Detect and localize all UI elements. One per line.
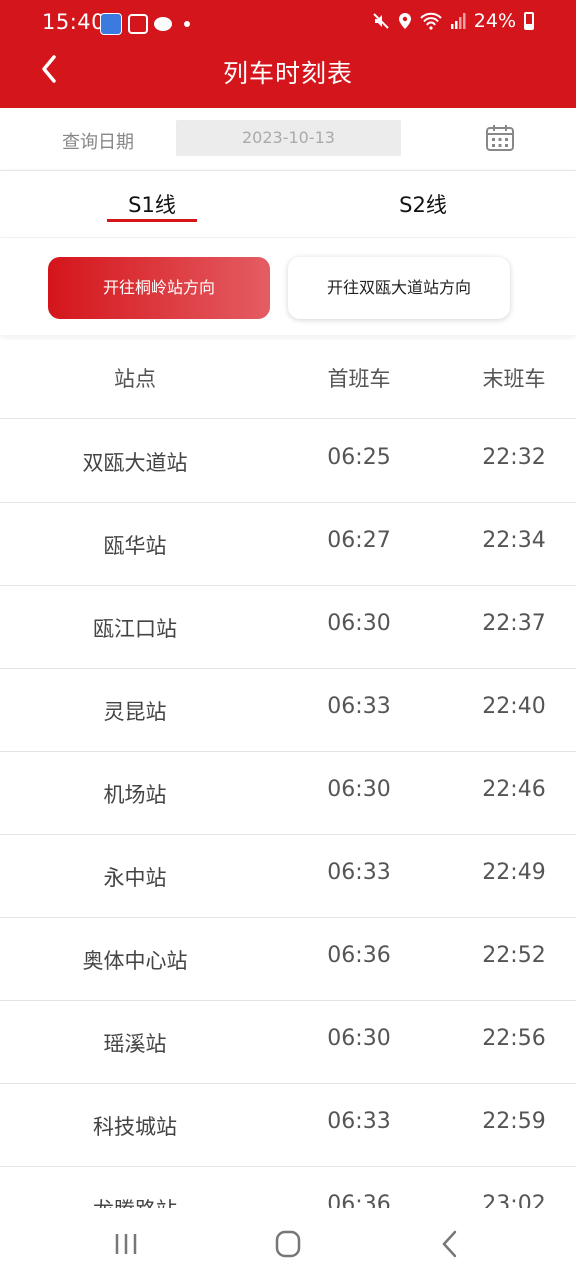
- wifi-icon: [420, 12, 442, 30]
- last-train-time: 22:52: [482, 943, 546, 968]
- station-name: 奥体中心站: [82, 949, 188, 973]
- first-train-time: 06:36: [327, 1192, 391, 1208]
- table-row: 奥体中心站 06:36 22:52: [0, 917, 576, 1001]
- station-name: 瓯江口站: [93, 617, 177, 641]
- mute-icon: [373, 13, 389, 29]
- line-tabs: S1线 S2线: [0, 170, 576, 237]
- table-row: 机场站 06:30 22:46: [0, 751, 576, 835]
- direction-button-shuangou[interactable]: 开往双瓯大道站方向: [288, 257, 510, 319]
- gallery-icon: [128, 14, 148, 34]
- calendar-app-icon: [100, 13, 122, 35]
- app-header: 15:40 24% 列车时刻表: [0, 0, 576, 108]
- last-train-time: 22:32: [482, 445, 546, 470]
- station-name: 机场站: [103, 783, 167, 807]
- tab-s2[interactable]: S2线: [378, 189, 468, 219]
- header-last-train: 末班车: [482, 367, 546, 391]
- calendar-icon[interactable]: [485, 123, 515, 153]
- last-train-time: 22:40: [482, 694, 546, 719]
- station-name: 瓯华站: [103, 534, 167, 558]
- more-dot-icon: [184, 21, 190, 27]
- station-name: 灵昆站: [103, 700, 167, 724]
- first-train-time: 06:30: [327, 777, 391, 802]
- status-bar: 15:40 24%: [0, 0, 576, 48]
- last-train-time: 22:37: [482, 611, 546, 636]
- station-name: 双瓯大道站: [82, 451, 188, 475]
- station-name: 瑶溪站: [103, 1032, 167, 1056]
- table-row: 科技城站 06:33 22:59: [0, 1083, 576, 1167]
- last-train-time: 22:49: [482, 860, 546, 885]
- last-train-time: 22:46: [482, 777, 546, 802]
- app-notification-icon: [154, 17, 172, 31]
- query-date-bar: 查询日期 2023-10-13: [0, 108, 576, 170]
- home-icon[interactable]: [268, 1228, 308, 1260]
- status-right: 24%: [372, 10, 534, 32]
- table-row: 双瓯大道站 06:25 22:32: [0, 419, 576, 503]
- query-date-label: 查询日期: [62, 132, 134, 153]
- table-row: 瓯华站 06:27 22:34: [0, 502, 576, 586]
- station-name: 永中站: [103, 866, 167, 890]
- header-station: 站点: [114, 367, 156, 391]
- notification-icons: [100, 13, 190, 35]
- back-nav-icon[interactable]: [430, 1228, 470, 1260]
- status-time: 15:40: [42, 10, 106, 34]
- first-train-time: 06:33: [327, 1109, 391, 1134]
- recent-apps-icon[interactable]: [106, 1228, 146, 1260]
- header-first-train: 首班车: [327, 367, 391, 391]
- direction-button-tongling[interactable]: 开往桐岭站方向: [48, 257, 270, 319]
- last-train-time: 22:56: [482, 1026, 546, 1051]
- table-row: 永中站 06:33 22:49: [0, 834, 576, 918]
- battery-icon: [524, 12, 534, 30]
- first-train-time: 06:30: [327, 1026, 391, 1051]
- first-train-time: 06:27: [327, 528, 391, 553]
- table-row: 龙腾路站 06:36 23:02: [0, 1166, 576, 1208]
- last-train-time: 22:59: [482, 1109, 546, 1134]
- table-header: 站点 首班车 末班车: [0, 340, 576, 419]
- first-train-time: 06:30: [327, 611, 391, 636]
- last-train-time: 23:02: [482, 1192, 546, 1208]
- direction-selector: 开往桐岭站方向 开往双瓯大道站方向: [0, 238, 576, 335]
- page-title: 列车时刻表: [222, 59, 353, 88]
- table-row: 灵昆站 06:33 22:40: [0, 668, 576, 752]
- station-name: 龙腾路站: [40, 1166, 230, 1208]
- first-train-time: 06:33: [327, 694, 391, 719]
- system-nav-bar: [0, 1208, 576, 1280]
- location-icon: [398, 13, 411, 29]
- timetable: 站点 首班车 末班车 双瓯大道站 06:25 22:32 瓯华站 06:27 2…: [0, 340, 576, 1208]
- date-field[interactable]: 2023-10-13: [176, 120, 401, 156]
- signal-icon: [450, 13, 466, 29]
- table-row: 瑶溪站 06:30 22:56: [0, 1000, 576, 1084]
- first-train-time: 06:36: [327, 943, 391, 968]
- station-name: 科技城站: [93, 1115, 177, 1139]
- tab-s1[interactable]: S1线: [107, 189, 197, 219]
- active-tab-underline: [107, 219, 197, 222]
- battery-percent: 24%: [473, 10, 516, 32]
- last-train-time: 22:34: [482, 528, 546, 553]
- first-train-time: 06:25: [327, 445, 391, 470]
- first-train-time: 06:33: [327, 860, 391, 885]
- table-row: 瓯江口站 06:30 22:37: [0, 585, 576, 669]
